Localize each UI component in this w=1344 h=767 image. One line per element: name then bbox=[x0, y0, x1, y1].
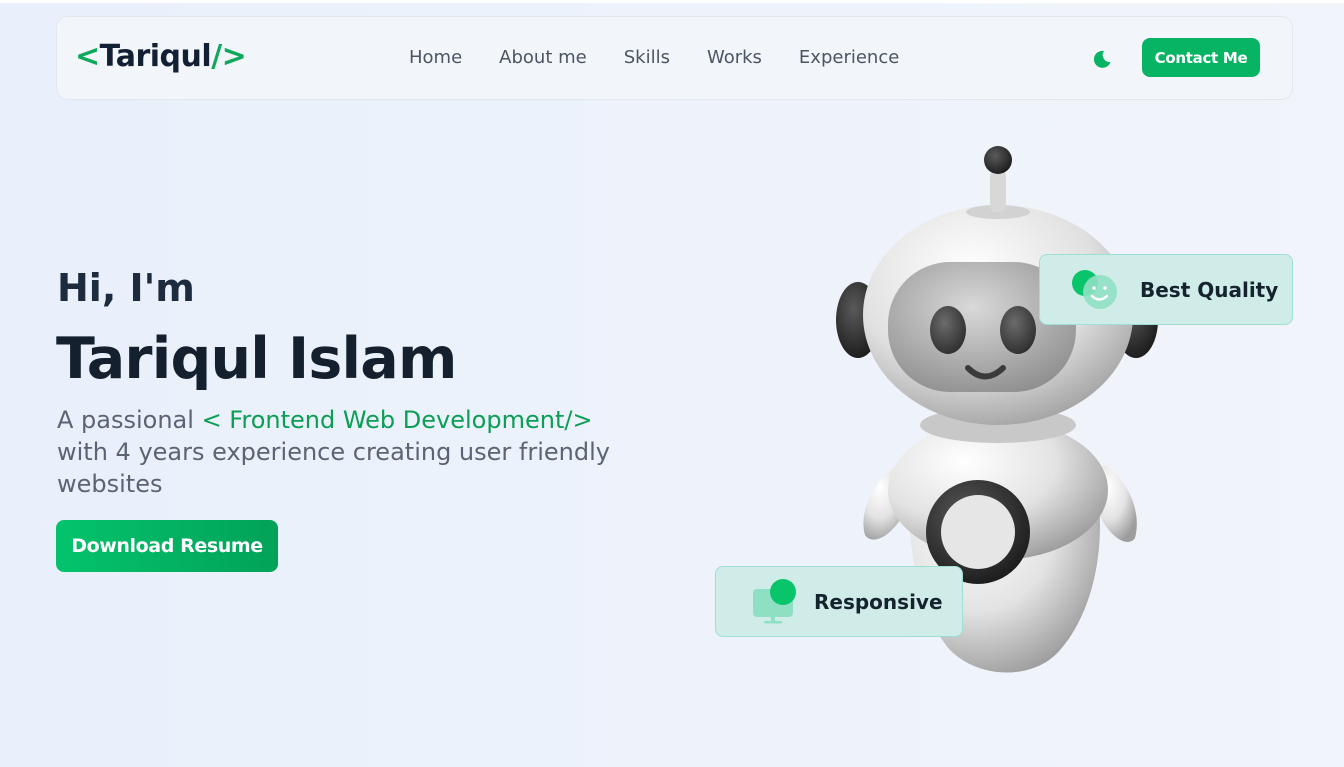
nav-link-about[interactable]: About me bbox=[499, 47, 587, 68]
best-quality-badge: Best Quality bbox=[1039, 254, 1293, 325]
download-resume-button[interactable]: Download Resume bbox=[56, 520, 278, 572]
logo-name: Tariqul bbox=[99, 39, 212, 74]
moon-icon bbox=[1093, 50, 1111, 68]
hero-desc-prefix: A passional bbox=[57, 406, 202, 434]
hero-greeting: Hi, I'm bbox=[57, 266, 195, 310]
logo-close-bracket: /> bbox=[211, 39, 247, 74]
contact-me-button[interactable]: Contact Me bbox=[1142, 38, 1260, 77]
logo-open-bracket: < bbox=[75, 39, 100, 74]
hero-description: A passional < Frontend Web Development/>… bbox=[57, 404, 637, 500]
smile-icon bbox=[1072, 269, 1117, 309]
hero-name: Tariqul Islam bbox=[56, 326, 457, 392]
monitor-icon bbox=[753, 578, 796, 623]
nav-link-works[interactable]: Works bbox=[707, 47, 762, 68]
nav-links: Home About me Skills Works Experience bbox=[409, 47, 899, 68]
nav-link-experience[interactable]: Experience bbox=[799, 47, 899, 68]
theme-toggle-button[interactable] bbox=[1091, 48, 1113, 70]
responsive-badge: Responsive bbox=[715, 566, 963, 637]
page-top-strip bbox=[0, 0, 1344, 3]
responsive-label: Responsive bbox=[814, 589, 943, 614]
navbar: <Tariqul/> Home About me Skills Works Ex… bbox=[56, 16, 1293, 100]
hero-desc-suffix: with 4 years experience creating user fr… bbox=[57, 438, 610, 498]
nav-link-skills[interactable]: Skills bbox=[624, 47, 670, 68]
nav-link-home[interactable]: Home bbox=[409, 47, 462, 68]
site-logo[interactable]: <Tariqul/> bbox=[75, 39, 247, 74]
best-quality-label: Best Quality bbox=[1140, 277, 1279, 302]
hero-role: < Frontend Web Development/> bbox=[201, 406, 593, 434]
